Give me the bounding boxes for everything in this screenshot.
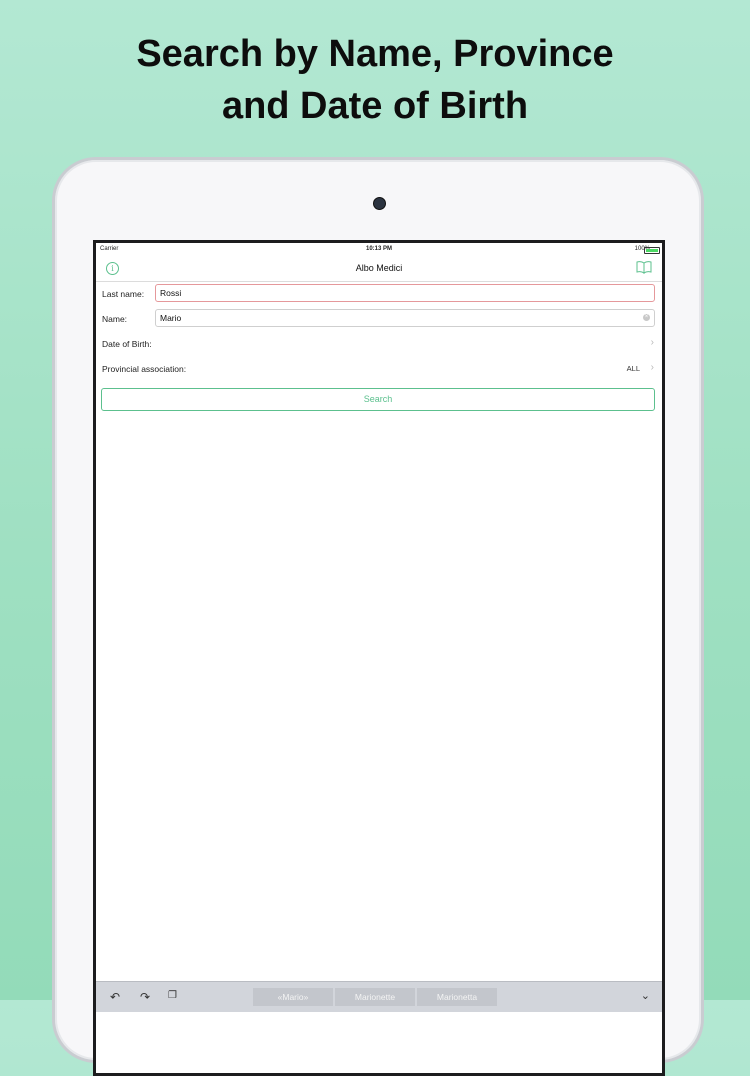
last-name-field[interactable] (155, 284, 655, 302)
last-name-label: Last name: (102, 289, 145, 299)
status-bar: Carrier 10:13 PM 100% (96, 243, 662, 255)
suggestion-1[interactable]: «Mario» (253, 988, 333, 1006)
search-button[interactable]: Search (101, 388, 655, 411)
suggestion-3[interactable]: Marionetta (417, 988, 497, 1006)
paste-icon[interactable]: ❐ (168, 990, 177, 1001)
chevron-down-icon[interactable]: ⌄ (641, 989, 650, 1002)
suggestion-2[interactable]: Marionette (335, 988, 415, 1006)
last-name-input[interactable] (156, 285, 634, 301)
book-icon[interactable] (636, 260, 652, 274)
name-label: Name: (102, 314, 128, 324)
promo-headline: Search by Name, Province and Date of Bir… (0, 28, 750, 132)
headline-line-2: and Date of Birth (221, 85, 529, 127)
status-time: 10:13 PM (365, 246, 392, 252)
name-input[interactable] (156, 310, 634, 326)
chevron-right-icon: › (650, 337, 654, 348)
last-name-row: Last name: (96, 282, 662, 304)
name-row: Name: × (96, 307, 662, 329)
nav-title: Albo Medici (355, 263, 403, 273)
name-field[interactable]: × (155, 309, 655, 327)
front-camera (373, 197, 386, 210)
battery-icon (644, 247, 660, 254)
app-screen: Carrier 10:13 PM 100% i Albo Medici Last… (93, 240, 665, 1076)
navigation-bar: i Albo Medici (96, 255, 662, 282)
clear-icon[interactable]: × (643, 314, 650, 321)
province-label: Provincial association: (102, 364, 187, 374)
redo-icon[interactable]: ↷ (140, 990, 150, 1004)
province-value: ALL (626, 364, 640, 373)
undo-icon[interactable]: ↶ (110, 990, 120, 1004)
provincial-association-row[interactable]: Provincial association: ALL › (96, 357, 662, 379)
keyboard-suggestion-bar: ↶ ↷ ❐ «Mario» Marionette Marionetta ⌄ (96, 981, 662, 1012)
dob-label: Date of Birth: (102, 339, 152, 349)
chevron-right-icon: › (650, 362, 654, 373)
date-of-birth-row[interactable]: Date of Birth: › (96, 332, 662, 354)
tablet-frame: Carrier 10:13 PM 100% i Albo Medici Last… (52, 157, 704, 1076)
headline-line-1: Search by Name, Province (136, 33, 614, 75)
